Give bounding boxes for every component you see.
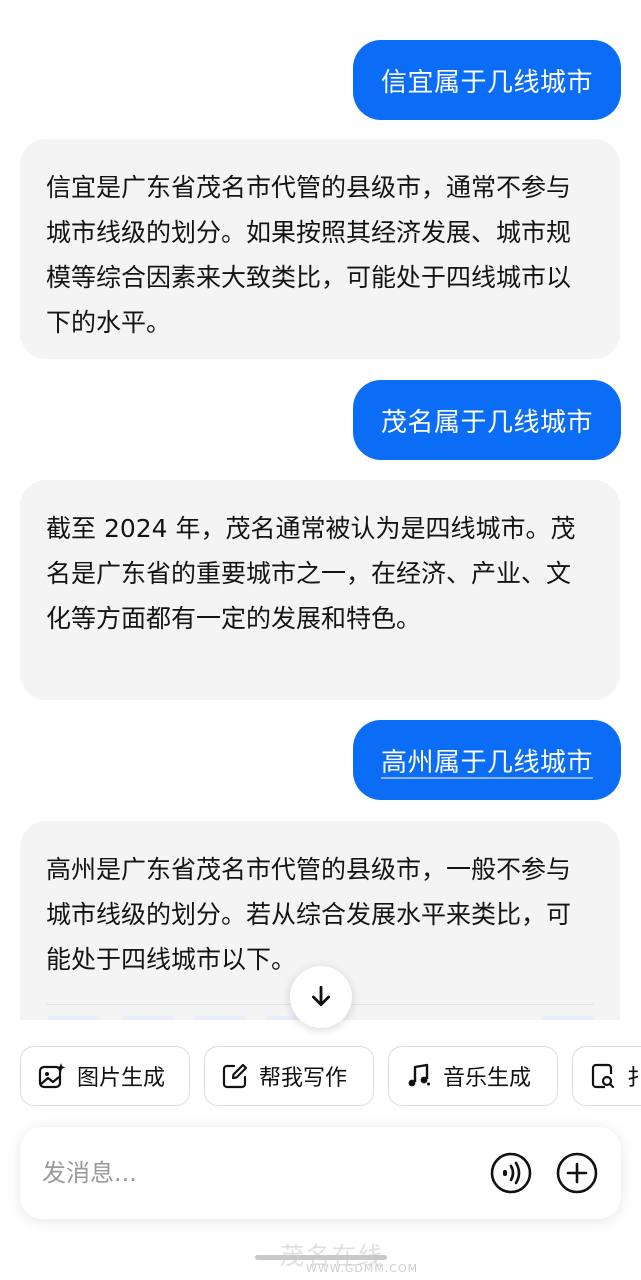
tool-label: 扌 <box>627 1066 641 1091</box>
quick-tools-bar[interactable]: 图片生成 帮我写作 音乐生成 扌 <box>20 1046 641 1108</box>
plus-circle-icon <box>556 1152 598 1194</box>
message-text: 信宜属于几线城市 <box>380 67 593 98</box>
home-indicator[interactable] <box>255 1255 387 1260</box>
tool-writing[interactable]: 帮我写作 <box>204 1046 374 1106</box>
message-text: 茂名属于几线城市 <box>380 407 593 438</box>
assistant-message[interactable]: 信宜是广东省茂名市代管的县级市，通常不参与城市线级的划分。如果按照其经济发展、城… <box>20 139 620 359</box>
add-attachment-button[interactable] <box>555 1151 599 1195</box>
scroll-to-bottom-button[interactable] <box>290 966 352 1028</box>
message-composer[interactable] <box>20 1127 621 1219</box>
message-input[interactable] <box>40 1158 489 1188</box>
tool-music-generation[interactable]: 音乐生成 <box>388 1046 558 1106</box>
user-message[interactable]: 高州属于几线城市 <box>352 720 621 800</box>
music-note-icon <box>408 1063 430 1087</box>
voice-call-button[interactable] <box>489 1151 533 1195</box>
message-text: 高州是广东省茂名市代管的县级市，一般不参与城市线级的划分。若从综合发展水平来类比… <box>46 855 572 974</box>
assistant-message[interactable]: 截至 2024 年，茂名通常被认为是四线城市。茂名是广东省的重要城市之一，在经济… <box>20 480 620 700</box>
tool-label: 音乐生成 <box>443 1066 532 1091</box>
voice-call-icon <box>490 1152 532 1194</box>
user-message[interactable]: 信宜属于几线城市 <box>352 40 621 120</box>
tool-image-generation[interactable]: 图片生成 <box>20 1046 190 1106</box>
message-text: 截至 2024 年，茂名通常被认为是四线城市。茂名是广东省的重要城市之一，在经济… <box>46 514 576 633</box>
tool-label: 图片生成 <box>77 1066 166 1091</box>
chat-area[interactable]: 信宜属于几线城市 信宜是广东省茂名市代管的县级市，通常不参与城市线级的划分。如果… <box>0 0 641 1020</box>
message-text: 信宜是广东省茂名市代管的县级市，通常不参与城市线级的划分。如果按照其经济发展、城… <box>46 173 572 337</box>
doc-search-icon <box>591 1063 615 1089</box>
watermark-url: WWW.GDMM.COM <box>306 1262 419 1275</box>
image-sparkle-icon <box>38 1063 66 1089</box>
edit-icon <box>222 1063 248 1089</box>
arrow-down-icon <box>312 985 330 1006</box>
tool-document-search[interactable]: 扌 <box>572 1046 641 1106</box>
user-message[interactable]: 茂名属于几线城市 <box>352 380 621 460</box>
tool-label: 帮我写作 <box>259 1066 348 1091</box>
message-text: 高州属于几线城市 <box>380 747 593 778</box>
